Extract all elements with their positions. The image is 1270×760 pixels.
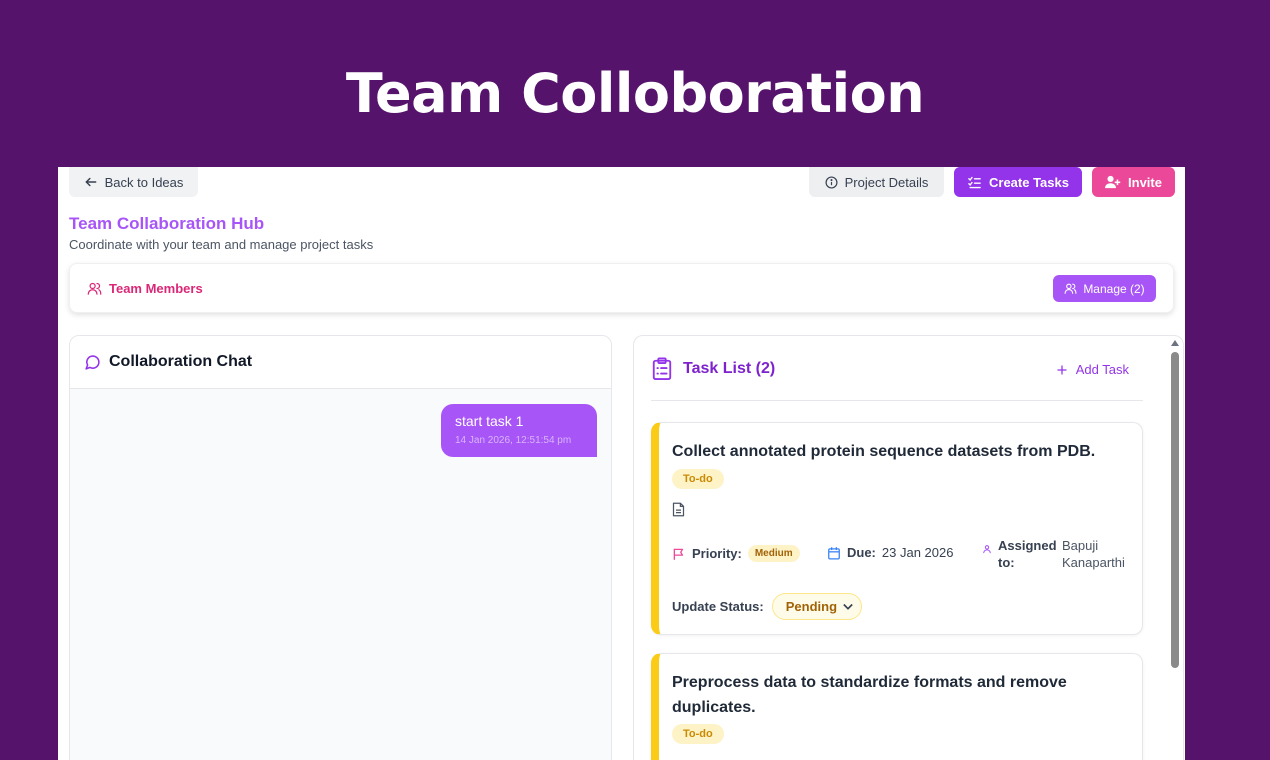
task-card: Collect annotated protein sequence datas…	[651, 422, 1143, 635]
task-list-header: Task List (2) Add Task	[651, 336, 1143, 401]
scroll-thumb[interactable]	[1171, 352, 1179, 668]
task-list-title-wrap: Task List (2)	[651, 357, 775, 381]
users-icon	[87, 282, 102, 295]
assignee-name: Bapuji Kanaparthi	[1062, 538, 1125, 570]
page-hero-title: Team Colloboration	[345, 62, 925, 125]
hub-title: Team Collaboration Hub	[69, 214, 265, 233]
task-meta: Priority: Medium Due: 23 Jan 2026 Assign…	[672, 538, 1132, 577]
priority-badge: Medium	[747, 545, 800, 562]
due-date: 23 Jan 2026	[881, 545, 954, 560]
user-plus-icon	[1105, 175, 1121, 189]
project-details-button[interactable]: Project Details	[809, 167, 944, 197]
chat-header: Collaboration Chat	[70, 336, 611, 389]
status-select-value: Pending	[785, 599, 838, 614]
manage-members-label: Manage (2)	[1083, 281, 1145, 296]
user-icon	[983, 545, 991, 554]
task-title: Collect annotated protein sequence datas…	[672, 443, 1096, 460]
task-assignee: Assigned to: Bapuji Kanaparthi	[982, 537, 1134, 571]
create-tasks-label: Create Tasks	[989, 174, 1069, 190]
back-to-ideas-button[interactable]: Back to Ideas	[69, 167, 198, 197]
status-select[interactable]: Pending	[771, 593, 862, 620]
invite-label: Invite	[1128, 174, 1162, 190]
users-icon	[1064, 283, 1077, 294]
task-title: Preprocess data to standardize formats a…	[672, 674, 1067, 716]
task-status-badge: To-do	[672, 469, 724, 489]
chat-message: start task 1 14 Jan 2026, 12:51:54 pm	[441, 404, 597, 457]
clipboard-list-icon	[652, 357, 672, 380]
team-members-toggle[interactable]: Team Members	[87, 281, 203, 296]
team-members-label: Team Members	[109, 281, 203, 296]
arrow-left-icon	[85, 177, 97, 187]
chat-message-time: 14 Jan 2026, 12:51:54 pm	[455, 435, 572, 446]
task-list-title: Task List (2)	[683, 360, 776, 377]
add-task-button[interactable]: Add Task	[1056, 362, 1129, 377]
assigned-label: Assigned to:	[998, 538, 1057, 570]
info-icon	[825, 175, 838, 189]
create-tasks-button[interactable]: Create Tasks	[954, 167, 1082, 197]
due-label: Due:	[847, 545, 876, 560]
team-members-bar: Team Members Manage (2)	[69, 263, 1174, 313]
task-card: Preprocess data to standardize formats a…	[651, 653, 1143, 760]
chat-title: Collaboration Chat	[109, 353, 253, 370]
task-due: Due: 23 Jan 2026	[827, 545, 953, 560]
priority-label: Priority:	[692, 546, 742, 561]
app-window: Back to Ideas Project Details Create Tas…	[58, 167, 1185, 760]
task-priority: Priority: Medium	[672, 545, 800, 562]
toolbar: Back to Ideas Project Details Create Tas…	[69, 167, 1175, 197]
scroll-up-arrow[interactable]	[1171, 340, 1179, 346]
file-text-icon[interactable]	[672, 502, 685, 522]
back-to-ideas-label: Back to Ideas	[104, 174, 184, 190]
task-status-badge: To-do	[672, 724, 724, 744]
task-list-scrollbar[interactable]	[1167, 336, 1183, 760]
update-status-row: Update Status: Pending	[672, 593, 862, 620]
flag-icon	[673, 548, 684, 560]
calendar-icon	[828, 546, 840, 559]
collaboration-chat-panel: Collaboration Chat start task 1 14 Jan 2…	[69, 335, 612, 760]
chevron-down-icon	[842, 603, 853, 610]
message-circle-icon	[85, 354, 100, 370]
hub-subtitle: Coordinate with your team and manage pro…	[69, 237, 374, 252]
update-status-label: Update Status:	[672, 599, 764, 614]
list-checks-icon	[968, 176, 981, 188]
manage-members-button[interactable]: Manage (2)	[1053, 275, 1156, 302]
invite-button[interactable]: Invite	[1092, 167, 1175, 197]
chat-message-text: start task 1	[455, 413, 524, 429]
task-list-panel: Task List (2) Add Task Collect annotated…	[633, 335, 1184, 760]
plus-icon	[1057, 364, 1067, 375]
project-details-label: Project Details	[844, 174, 929, 190]
add-task-label: Add Task	[1075, 362, 1129, 377]
